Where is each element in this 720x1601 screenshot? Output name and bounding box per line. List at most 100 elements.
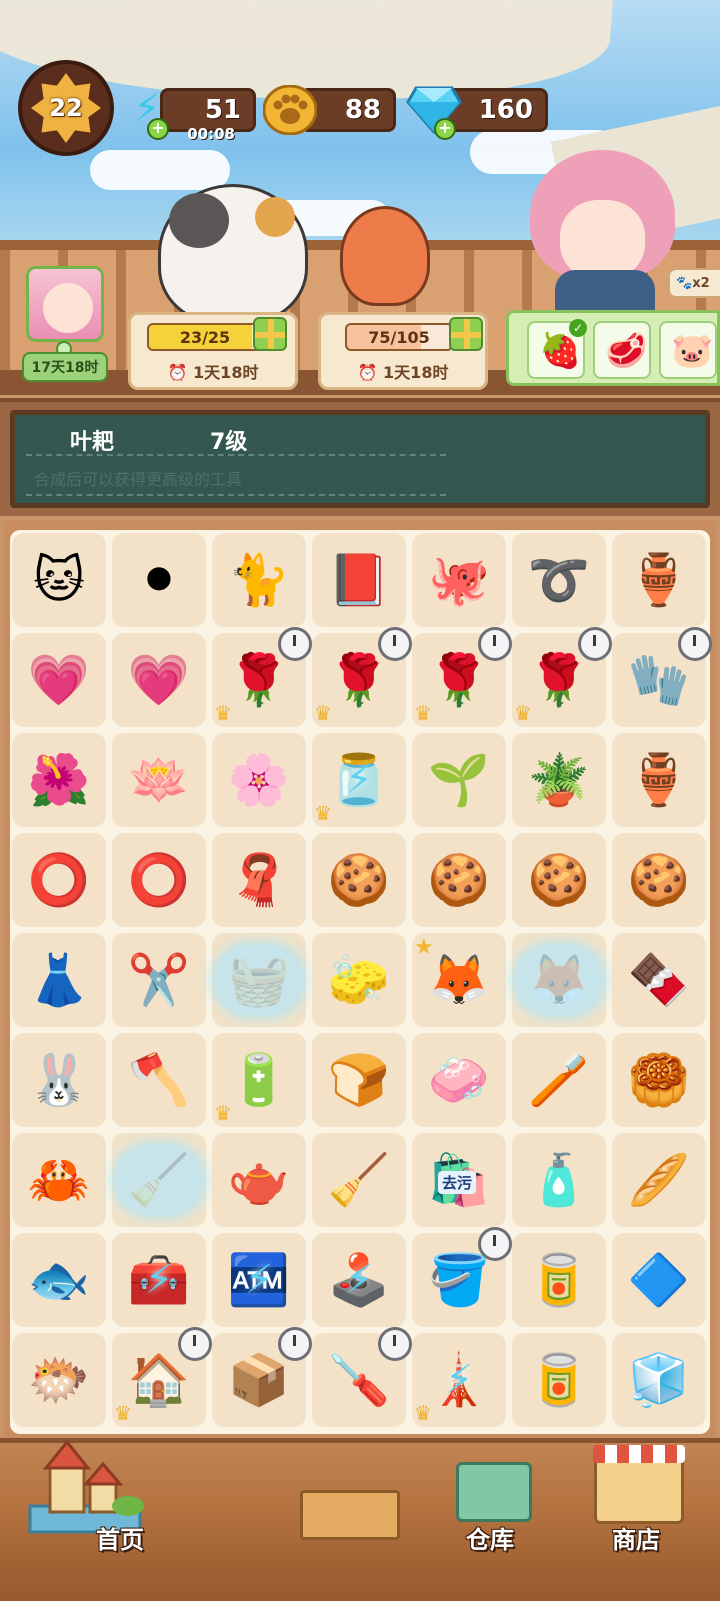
- grid-cell-raccoon-keychain[interactable]: 🐱: [12, 533, 106, 627]
- nav-home-button[interactable]: 首页: [96, 1520, 144, 1555]
- grid-cell-crab[interactable]: 🦀: [12, 1133, 106, 1227]
- crown-icon: ♛: [414, 701, 432, 725]
- grid-cell-cloud-bubble-item[interactable]: 🧺: [212, 933, 306, 1027]
- nav-shop-button[interactable]: 商店: [612, 1520, 660, 1555]
- grid-cell-paw-cookie[interactable]: 🍪: [312, 833, 406, 927]
- player-level-badge[interactable]: 22: [18, 60, 114, 156]
- grid-cell-apron-ruffle[interactable]: 👗: [12, 933, 106, 1027]
- grid-cell-rose-heart[interactable]: 💗: [112, 633, 206, 727]
- cloud: [90, 150, 230, 190]
- grid-cell-cat-keychain[interactable]: 🐈: [212, 533, 306, 627]
- order-item-jam[interactable]: 🍓 ✓: [527, 319, 587, 379]
- grid-cell-battery[interactable]: 🔋 ♛: [212, 1033, 306, 1127]
- task-time: ⏰ 1天18时: [167, 363, 259, 382]
- grid-cell-rose-pot[interactable]: 🌹 ♛: [212, 627, 312, 727]
- grid-cell-petal[interactable]: 🪷: [112, 733, 206, 827]
- grid-cell-petal[interactable]: 🌸: [212, 733, 306, 827]
- grid-cell-petal-jar[interactable]: 🫙 ⚡ ♛: [312, 733, 406, 827]
- nav-warehouse-label: 仓库: [466, 1526, 514, 1554]
- grid-cell-toothpaste[interactable]: 🪥: [512, 1033, 606, 1127]
- item-name: 叶耙: [70, 430, 115, 455]
- grid-cell-cookie-stack[interactable]: 🥮: [612, 1033, 706, 1127]
- grid-cell-glass-tray[interactable]: 🔷: [612, 1233, 706, 1327]
- event-avatar-card[interactable]: [26, 266, 104, 342]
- grid-cell-pufferfish[interactable]: 🐡: [12, 1333, 106, 1427]
- grid-cell-rose-pot[interactable]: 🌹 ♛: [512, 627, 612, 727]
- crown-icon: ♛: [314, 801, 332, 825]
- task-card-fox[interactable]: 75/105 ⏰ 1天18时: [318, 312, 488, 390]
- grid-cell-rose-pot[interactable]: 🌹 ♛: [312, 627, 412, 727]
- grid-cell-vending-machine[interactable]: 🏧 ⚡: [212, 1233, 306, 1327]
- grid-cell-crate[interactable]: 📦: [212, 1327, 312, 1427]
- grid-cell-soap-bar[interactable]: 🧼: [412, 1033, 506, 1127]
- calico-cat-character[interactable]: [158, 184, 308, 324]
- order-item-cat-toy[interactable]: 🐷: [659, 321, 717, 379]
- grid-cell-cleaning-machine[interactable]: 🧰 ⚡: [112, 1233, 206, 1327]
- task-progress-bar: 75/105: [345, 323, 453, 351]
- grid-cell-arcade-machine[interactable]: 🕹️ ⚡: [312, 1233, 406, 1327]
- stopwatch-icon: [478, 627, 512, 661]
- grid-cell-rose-petals[interactable]: 🌺: [12, 733, 106, 827]
- grid-cell-paw-cookies[interactable]: 🍪: [612, 833, 706, 927]
- grid-cell-fox-sticker[interactable]: 🦊 ★: [412, 933, 506, 1027]
- grid-cell-paw-cookies[interactable]: 🍪: [512, 833, 606, 927]
- grid-cell-detergent-bottle[interactable]: 🧴: [512, 1133, 606, 1227]
- grid-cell-plant-pot[interactable]: 🪴: [512, 733, 606, 827]
- grid-cell-sprout-seed[interactable]: 🌱: [412, 733, 506, 827]
- task-card-cat[interactable]: 23/25 ⏰ 1天18时: [128, 312, 298, 390]
- grid-cell-detergent-bag[interactable]: 🛍️去污: [412, 1133, 506, 1227]
- grid-cell-garden-glove[interactable]: 🧤: [612, 627, 712, 727]
- table-icon[interactable]: [300, 1490, 400, 1540]
- grid-cell-teapot[interactable]: 🫖: [212, 1133, 306, 1227]
- green-vase-icon: 🏺: [627, 751, 691, 809]
- grid-cell-embroidery-hoop[interactable]: ⭕: [12, 833, 106, 927]
- crown-icon: ♛: [414, 1401, 432, 1425]
- grid-cell-rose-heart[interactable]: 💗: [12, 633, 106, 727]
- grid-cell-octopus-keychain[interactable]: 🐙: [412, 533, 506, 627]
- grid-cell-leaf-rake-bubble[interactable]: 🧹: [112, 1133, 206, 1227]
- diamond-value: 160: [478, 95, 533, 125]
- add-energy-button[interactable]: +: [147, 118, 169, 140]
- grid-cell-wash-bucket[interactable]: 🪣: [412, 1227, 512, 1327]
- catgirl-character[interactable]: [530, 150, 675, 330]
- grid-cell-leather-strap[interactable]: ➰: [512, 533, 606, 627]
- shop-icon[interactable]: [593, 1445, 685, 1524]
- order-item-meat[interactable]: 🥩: [593, 321, 651, 379]
- energy-counter[interactable]: 51 00:08: [160, 88, 256, 143]
- fox-character[interactable]: [340, 206, 430, 306]
- grid-cell-egg-rolls[interactable]: 🥖: [612, 1133, 706, 1227]
- grid-cell-cat-cloth[interactable]: 🧣: [212, 833, 306, 927]
- add-diamond-button[interactable]: +: [434, 118, 456, 140]
- grid-cell-paint-cans[interactable]: 🥫: [512, 1333, 606, 1427]
- grid-cell-chocolate-bar[interactable]: 🍫: [612, 933, 706, 1027]
- grid-cell-paw-cookies[interactable]: 🍪: [412, 833, 506, 927]
- grid-cell-hatchet[interactable]: 🪓: [112, 1033, 206, 1127]
- star-icon: ★: [414, 935, 434, 960]
- warehouse-box-icon[interactable]: [456, 1462, 532, 1522]
- item-label: 去污: [438, 1171, 477, 1194]
- grid-cell-cobweb-pot[interactable]: 🏺: [612, 533, 706, 627]
- grid-cell-bunny-apron[interactable]: 🐰: [12, 1033, 106, 1127]
- grid-cell-charging-pod[interactable]: 🗼 ⚡ ♛: [412, 1333, 506, 1427]
- grid-cell-paint-can[interactable]: 🥫: [512, 1233, 606, 1327]
- grid-cell-bread-ball[interactable]: 🍞: [312, 1033, 406, 1127]
- grid-cell-pruning-shears[interactable]: ✂️: [112, 933, 206, 1027]
- nav-warehouse-button[interactable]: 仓库: [466, 1520, 514, 1555]
- grid-cell-sponge[interactable]: 🧽: [312, 933, 406, 1027]
- task-time-text: 1天18时: [383, 363, 449, 382]
- grid-cell-screwdriver[interactable]: 🪛: [312, 1327, 412, 1427]
- grid-cell-fish[interactable]: 🐟: [12, 1233, 106, 1327]
- order-strip[interactable]: 🍓 ✓ 🥩 🐷: [506, 310, 720, 386]
- grid-cell-rose-pot[interactable]: 🌹 ♛: [412, 627, 512, 727]
- grid-cell-scraper[interactable]: 🧹: [312, 1133, 406, 1227]
- grid-cell-glass-box[interactable]: 🧊: [612, 1333, 706, 1427]
- grid-cell-cat-house[interactable]: 🏠 ♛: [112, 1327, 212, 1427]
- grid-cell-fox-stickers[interactable]: 🦊: [512, 933, 606, 1027]
- grid-cell-go-board[interactable]: ⚫: [112, 533, 206, 627]
- grid-cell-green-vase[interactable]: 🏺: [612, 733, 706, 827]
- grid-cell-hoop[interactable]: ⭕: [112, 833, 206, 927]
- gift-icon[interactable]: [449, 317, 483, 351]
- grid-cell-magic-book[interactable]: 📕: [312, 533, 406, 627]
- energy-bolt-icon: ⚡: [244, 1257, 274, 1303]
- gift-icon[interactable]: [253, 317, 287, 351]
